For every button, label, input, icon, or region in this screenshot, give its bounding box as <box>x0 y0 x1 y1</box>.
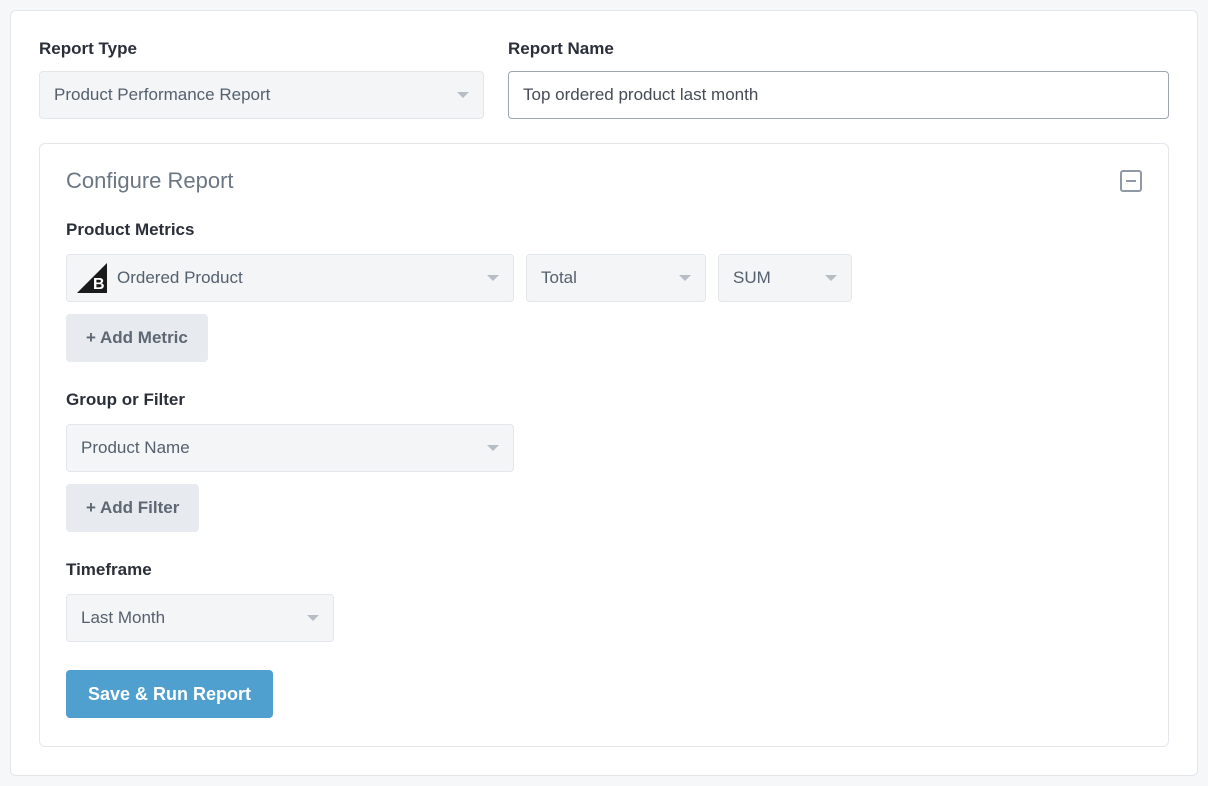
svg-text:B: B <box>93 276 105 293</box>
report-type-field: Report Type Product Performance Report <box>39 39 484 119</box>
chevron-down-icon <box>487 275 499 281</box>
group-filter-label: Group or Filter <box>66 390 1142 410</box>
chevron-down-icon <box>487 445 499 451</box>
header-row: Report Type Product Performance Report R… <box>39 39 1169 119</box>
add-filter-button[interactable]: + Add Filter <box>66 484 199 532</box>
source-b-icon: B <box>77 263 107 293</box>
product-metrics-section: Product Metrics B Ordered Product <box>66 220 1142 362</box>
group-value: Product Name <box>81 438 190 458</box>
aggregate-value: Total <box>541 268 577 288</box>
metric-value: Ordered Product <box>117 268 243 288</box>
timeframe-row: Last Month <box>66 594 1142 642</box>
group-filter-section: Group or Filter Product Name + Add Filte… <box>66 390 1142 532</box>
function-value: SUM <box>733 268 771 288</box>
aggregate-select[interactable]: Total <box>526 254 706 302</box>
add-metric-button[interactable]: + Add Metric <box>66 314 208 362</box>
group-row: Product Name <box>66 424 1142 472</box>
report-card: Report Type Product Performance Report R… <box>10 10 1198 776</box>
product-metrics-label: Product Metrics <box>66 220 1142 240</box>
collapse-button[interactable] <box>1120 170 1142 192</box>
report-type-value: Product Performance Report <box>54 85 270 105</box>
panel-title: Configure Report <box>66 168 234 194</box>
save-run-button[interactable]: Save & Run Report <box>66 670 273 718</box>
report-type-label: Report Type <box>39 39 484 59</box>
metric-select[interactable]: B Ordered Product <box>66 254 514 302</box>
chevron-down-icon <box>457 92 469 98</box>
report-name-field: Report Name <box>508 39 1169 119</box>
report-name-input[interactable] <box>508 71 1169 119</box>
chevron-down-icon <box>307 615 319 621</box>
panel-header: Configure Report <box>66 168 1142 194</box>
timeframe-label: Timeframe <box>66 560 1142 580</box>
chevron-down-icon <box>825 275 837 281</box>
group-select[interactable]: Product Name <box>66 424 514 472</box>
function-select[interactable]: SUM <box>718 254 852 302</box>
metric-row: B Ordered Product Total SUM <box>66 254 1142 302</box>
minus-icon <box>1126 180 1136 182</box>
chevron-down-icon <box>679 275 691 281</box>
timeframe-value: Last Month <box>81 608 165 628</box>
report-type-select[interactable]: Product Performance Report <box>39 71 484 119</box>
timeframe-section: Timeframe Last Month <box>66 560 1142 642</box>
report-name-label: Report Name <box>508 39 1169 59</box>
timeframe-select[interactable]: Last Month <box>66 594 334 642</box>
configure-panel: Configure Report Product Metrics B <box>39 143 1169 747</box>
